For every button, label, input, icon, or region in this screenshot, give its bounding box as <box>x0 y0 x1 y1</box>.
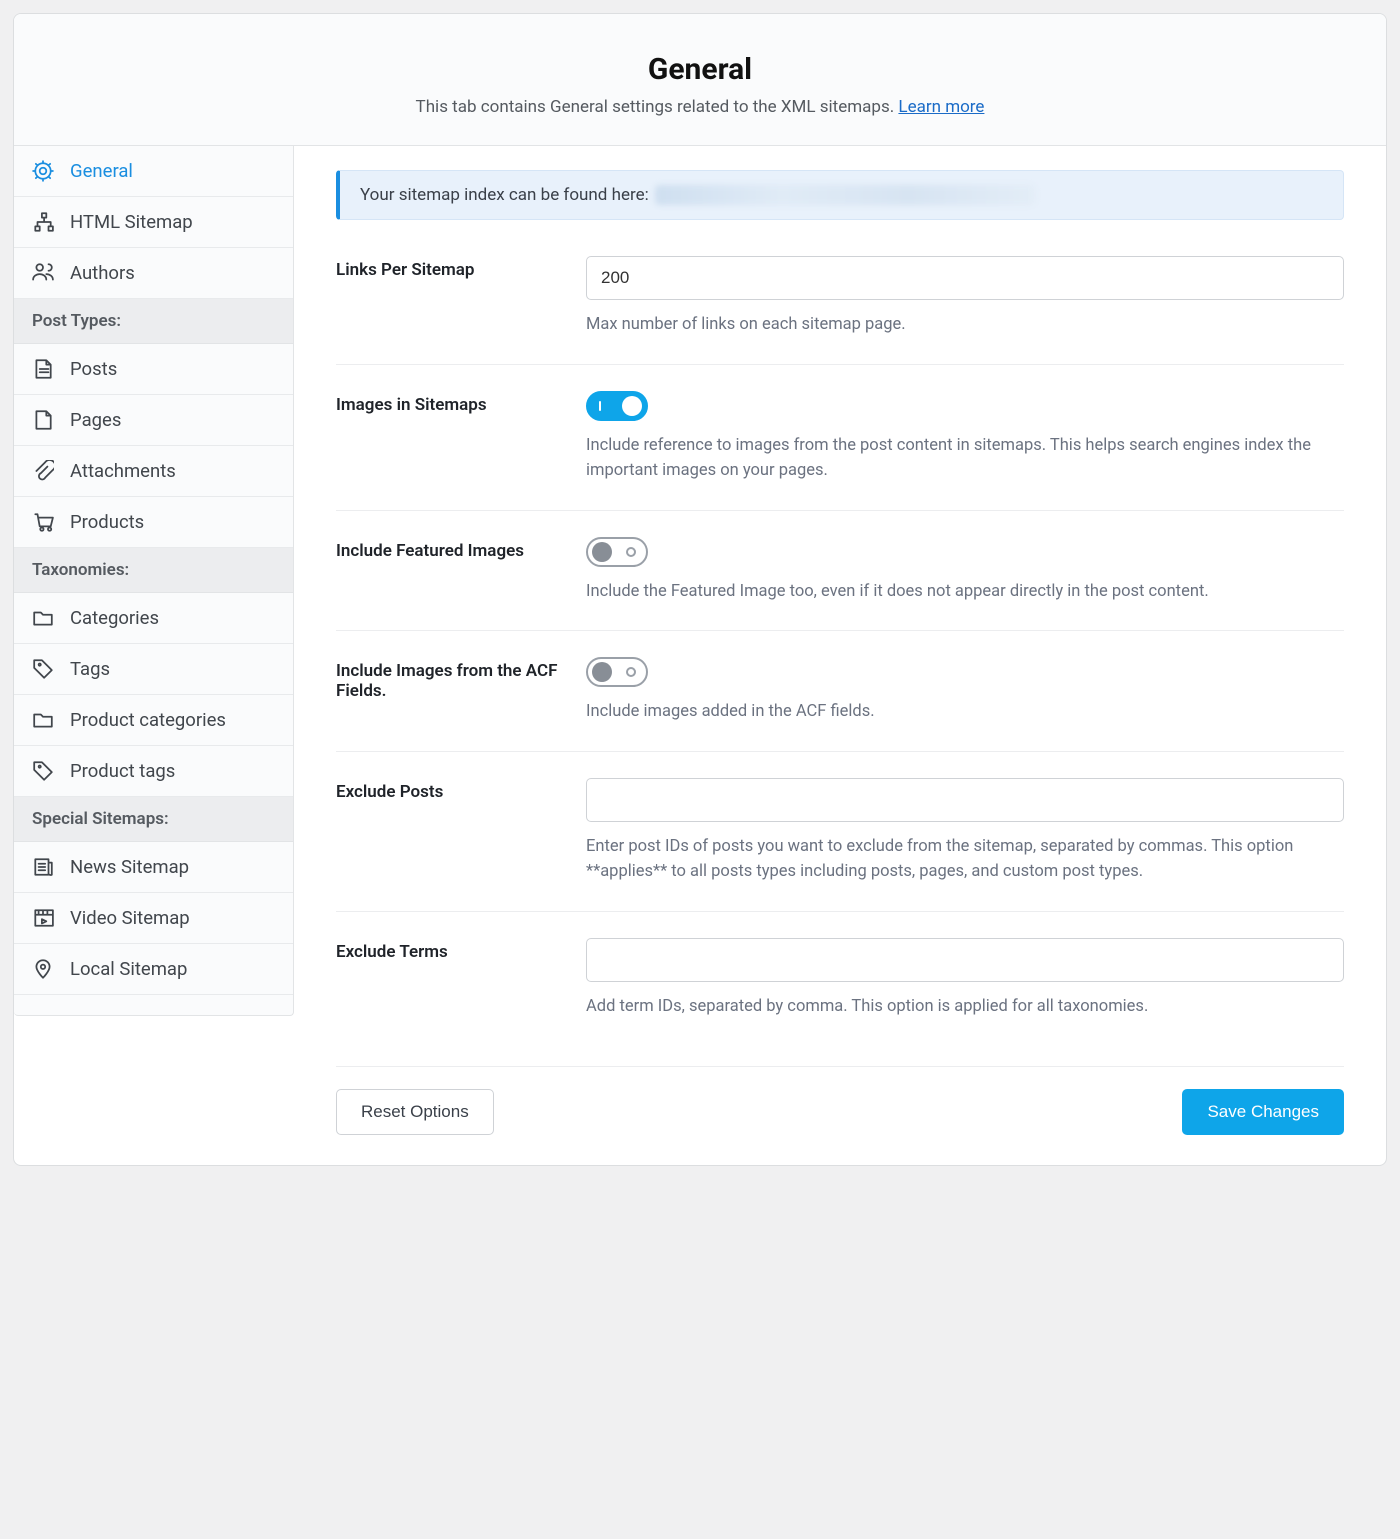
news-icon <box>32 856 54 878</box>
field-label: Include Images from the ACF Fields. <box>336 657 562 701</box>
video-icon <box>32 907 54 929</box>
sidebar-heading-special: Special Sitemaps: <box>14 797 293 842</box>
field-label: Include Featured Images <box>336 537 562 561</box>
links-per-sitemap-input[interactable] <box>586 256 1344 300</box>
field-desc: Include the Featured Image too, even if … <box>586 579 1344 605</box>
include-acf-toggle[interactable] <box>586 657 648 687</box>
notice-text: Your sitemap index can be found here: <box>360 185 649 205</box>
sidebar-item-local-sitemap[interactable]: Local Sitemap <box>14 944 293 995</box>
sidebar-item-label: News Sitemap <box>70 856 189 878</box>
sidebar-item-label: Attachments <box>70 460 176 482</box>
tag-icon <box>32 658 54 680</box>
users-icon <box>32 262 54 284</box>
page-subtitle: This tab contains General settings relat… <box>34 97 1366 117</box>
sidebar-item-tags[interactable]: Tags <box>14 644 293 695</box>
footer-actions: Reset Options Save Changes <box>336 1066 1344 1165</box>
sidebar-item-label: Pages <box>70 409 121 431</box>
sidebar-item-label: HTML Sitemap <box>70 211 193 233</box>
sitemap-icon <box>32 211 54 233</box>
learn-more-link[interactable]: Learn more <box>898 97 984 117</box>
field-links-per-sitemap: Links Per Sitemap Max number of links on… <box>336 256 1344 365</box>
include-featured-toggle[interactable] <box>586 537 648 567</box>
exclude-posts-input[interactable] <box>586 778 1344 822</box>
gear-icon <box>32 160 54 182</box>
sidebar-item-posts[interactable]: Posts <box>14 344 293 395</box>
exclude-terms-input[interactable] <box>586 938 1344 982</box>
field-desc: Include images added in the ACF fields. <box>586 699 1344 725</box>
field-label: Exclude Posts <box>336 778 562 802</box>
sidebar-item-categories[interactable]: Categories <box>14 593 293 644</box>
sidebar-item-product-tags[interactable]: Product tags <box>14 746 293 797</box>
sidebar-item-label: Product categories <box>70 709 226 731</box>
field-desc: Max number of links on each sitemap page… <box>586 312 1344 338</box>
page-title: General <box>34 52 1366 87</box>
field-label: Images in Sitemaps <box>336 391 562 415</box>
field-images-in-sitemaps: Images in Sitemaps Include reference to … <box>336 365 1344 511</box>
field-desc: Include reference to images from the pos… <box>586 433 1344 484</box>
tag-icon <box>32 760 54 782</box>
sidebar-heading-taxonomies: Taxonomies: <box>14 548 293 593</box>
field-exclude-terms: Exclude Terms Add term IDs, separated by… <box>336 912 1344 1046</box>
cart-icon <box>32 511 54 533</box>
sidebar-item-general[interactable]: General <box>14 146 293 197</box>
sidebar-heading-post-types: Post Types: <box>14 299 293 344</box>
sidebar: General HTML Sitemap Authors Post Types: Pos… <box>14 146 294 1016</box>
sidebar-item-products[interactable]: Products <box>14 497 293 548</box>
settings-card: General This tab contains General settin… <box>13 13 1387 1166</box>
sidebar-item-product-categories[interactable]: Product categories <box>14 695 293 746</box>
reset-options-button[interactable]: Reset Options <box>336 1089 494 1135</box>
card-header: General This tab contains General settin… <box>14 14 1386 146</box>
redacted-url <box>655 185 1035 205</box>
sidebar-item-label: Local Sitemap <box>70 958 187 980</box>
sidebar-item-label: Posts <box>70 358 117 380</box>
sidebar-item-label: Video Sitemap <box>70 907 190 929</box>
field-desc: Add term IDs, separated by comma. This o… <box>586 994 1344 1020</box>
sidebar-item-label: Product tags <box>70 760 175 782</box>
sidebar-item-attachments[interactable]: Attachments <box>14 446 293 497</box>
sidebar-item-video-sitemap[interactable]: Video Sitemap <box>14 893 293 944</box>
sidebar-item-news-sitemap[interactable]: News Sitemap <box>14 842 293 893</box>
field-label: Links Per Sitemap <box>336 256 562 280</box>
pin-icon <box>32 958 54 980</box>
sidebar-item-pages[interactable]: Pages <box>14 395 293 446</box>
sitemap-url-notice: Your sitemap index can be found here: <box>336 170 1344 220</box>
sidebar-item-label: Products <box>70 511 144 533</box>
sidebar-item-html-sitemap[interactable]: HTML Sitemap <box>14 197 293 248</box>
field-exclude-posts: Exclude Posts Enter post IDs of posts yo… <box>336 752 1344 912</box>
field-desc: Enter post IDs of posts you want to excl… <box>586 834 1344 885</box>
sidebar-item-label: Authors <box>70 262 135 284</box>
save-changes-button[interactable]: Save Changes <box>1182 1089 1344 1135</box>
page-icon <box>32 409 54 431</box>
images-in-sitemaps-toggle[interactable] <box>586 391 648 421</box>
field-label: Exclude Terms <box>336 938 562 962</box>
doc-icon <box>32 358 54 380</box>
sidebar-item-authors[interactable]: Authors <box>14 248 293 299</box>
sidebar-item-label: General <box>70 160 133 182</box>
field-include-acf: Include Images from the ACF Fields. Incl… <box>336 631 1344 752</box>
clip-icon <box>32 460 54 482</box>
folder-icon <box>32 607 54 629</box>
folder-icon <box>32 709 54 731</box>
field-include-featured: Include Featured Images Include the Feat… <box>336 511 1344 632</box>
main-panel: Your sitemap index can be found here: Li… <box>294 146 1386 1165</box>
sidebar-item-label: Tags <box>70 658 110 680</box>
sidebar-item-label: Categories <box>70 607 159 629</box>
